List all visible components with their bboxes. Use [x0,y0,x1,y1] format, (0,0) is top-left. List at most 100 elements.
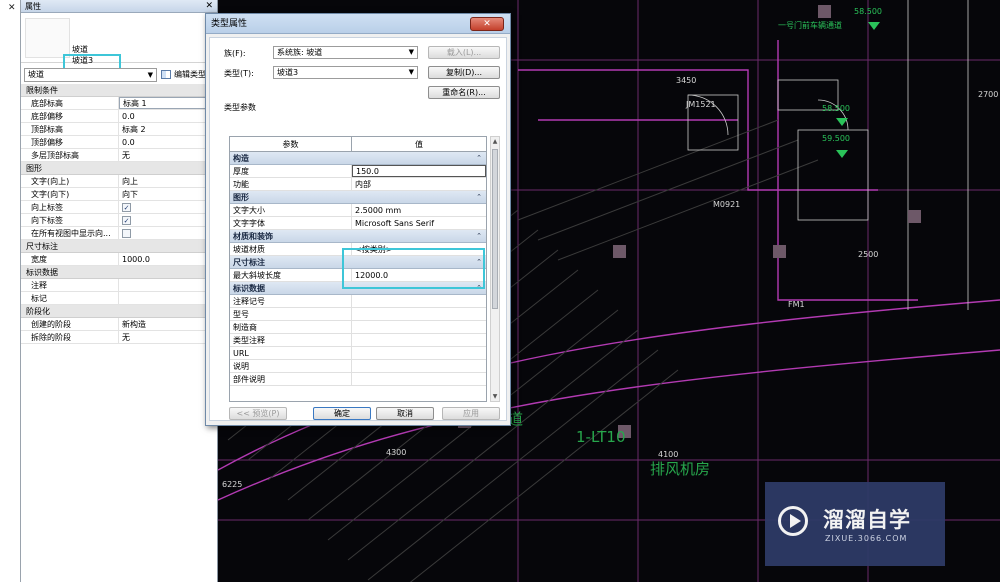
property-row[interactable]: 向下标签 ✓ [21,214,218,227]
dimension-label: 3450 [676,76,697,85]
checkbox[interactable]: ✓ [122,216,131,225]
scroll-down-icon[interactable]: ▼ [491,392,499,401]
parameter-value[interactable] [352,334,486,346]
property-value[interactable]: 向上 [119,175,218,187]
property-row[interactable]: 底部偏移 0.0 [21,110,218,123]
property-row[interactable]: 文字(向上) 向上 [21,175,218,188]
property-group-header[interactable]: 图形 [21,162,218,175]
type-selector[interactable]: 坡道 ▼ [24,68,157,82]
checkbox[interactable] [122,229,131,238]
parameter-row[interactable]: 部件说明 [230,373,486,386]
rename-button[interactable]: 重命名(R)... [428,86,500,99]
parameter-value[interactable] [352,347,486,359]
elevation-label: 59.500 [822,134,850,143]
property-row[interactable]: 注释 [21,279,218,292]
parameter-name: 文字字体 [230,217,352,229]
property-value[interactable]: ✓ [119,201,218,213]
property-value[interactable]: 0.0 [119,110,218,122]
property-value[interactable] [119,292,218,304]
parameter-value[interactable] [352,308,486,320]
door-tag: JM1521 [686,100,716,109]
cancel-button[interactable]: 取消 [376,407,434,420]
property-value[interactable]: 标高 2 [119,123,218,135]
parameter-value[interactable] [352,360,486,372]
room-label: 排风机房 [650,460,711,478]
property-value[interactable]: 1000.0 [119,253,218,265]
parameter-row[interactable]: 制造商 [230,321,486,334]
property-value[interactable] [119,227,218,239]
family-combo[interactable]: 系统族: 坡道 ▼ [273,46,418,59]
dialog-title-bar[interactable]: 类型属性 ✕ [206,14,510,34]
property-value[interactable]: 无 [119,149,218,161]
parameter-group-header[interactable]: 材质和装饰 ⌃ [230,230,486,243]
collapse-icon[interactable]: ⌃ [476,191,482,204]
property-row[interactable]: 创建的阶段 新构造 [21,318,218,331]
property-row[interactable]: 底部标高 标高 1 [21,97,218,110]
ok-button[interactable]: 确定 [313,407,371,420]
property-row[interactable]: 标记 [21,292,218,305]
property-row[interactable]: 拆除的阶段无 [21,331,218,344]
property-row[interactable]: 顶部偏移 0.0 [21,136,218,149]
parameter-value[interactable] [352,321,486,333]
parameter-row[interactable]: 文字字体 Microsoft Sans Serif [230,217,486,230]
property-row[interactable]: 多层顶部标高无 [21,149,218,162]
property-value[interactable]: ✓ [119,214,218,226]
dimension-label: 2500 [858,250,879,259]
parameter-group-header[interactable]: 构造 ⌃ [230,152,486,165]
parameter-group-header[interactable]: 图形 ⌃ [230,191,486,204]
parameter-value[interactable] [352,295,486,307]
property-row[interactable]: 宽度 1000.0 [21,253,218,266]
edit-type-button[interactable]: 编辑类型 [161,68,206,82]
property-value[interactable]: 无 [119,331,218,343]
apply-button[interactable]: 应用 [442,407,500,420]
duplicate-button[interactable]: 复制(D)... [428,66,500,79]
parameter-value[interactable] [352,373,486,385]
parameter-row[interactable]: 厚度 150.0 [230,165,486,178]
parameter-value[interactable]: 内部 [352,178,486,190]
parameter-row[interactable]: 文字大小 2.5000 mm [230,204,486,217]
property-value[interactable]: 0.0 [119,136,218,148]
family-label: 族(F): [224,49,246,58]
property-value[interactable]: 新构造 [119,318,218,330]
property-group-header[interactable]: 限制条件 [21,84,218,97]
load-button[interactable]: 载入(L)... [428,46,500,59]
parameter-name: 部件说明 [230,373,352,385]
parameter-name: 注释记号 [230,295,352,307]
parameter-value[interactable]: 2.5000 mm [352,204,486,216]
property-row[interactable]: 在所有视图中显示向... [21,227,218,240]
collapse-icon[interactable]: ⌃ [476,230,482,243]
checkbox[interactable]: ✓ [122,203,131,212]
parameter-row[interactable]: URL [230,347,486,360]
dialog-close-button[interactable]: ✕ [470,17,504,31]
property-value[interactable]: 向下 [119,188,218,200]
scroll-up-icon[interactable]: ▲ [491,137,499,146]
property-row[interactable]: 顶部标高 标高 2 [21,123,218,136]
gutter-close-icon[interactable]: ✕ [8,3,16,13]
parameter-row[interactable]: 型号 [230,308,486,321]
preview-button[interactable]: << 预览(P) [229,407,287,420]
property-row[interactable]: 向上标签 ✓ [21,201,218,214]
parameter-group-name: 构造 [233,154,249,163]
parameter-value[interactable]: 150.0 [352,165,486,177]
parameter-row[interactable]: 功能 内部 [230,178,486,191]
parameter-name: 厚度 [230,165,352,177]
parameter-value[interactable]: Microsoft Sans Serif [352,217,486,229]
property-name: 创建的阶段 [21,318,119,330]
parameter-row[interactable]: 注释记号 [230,295,486,308]
parameter-row[interactable]: 说明 [230,360,486,373]
scroll-thumb[interactable] [492,149,498,309]
property-value[interactable] [119,279,218,291]
property-row[interactable]: 文字(向下) 向下 [21,188,218,201]
property-group-header[interactable]: 标识数据 [21,266,218,279]
type-combo[interactable]: 坡道3 ▼ [273,66,418,79]
dialog-title: 类型属性 [211,19,248,29]
property-value[interactable]: 标高 1 [119,97,218,109]
grid-scrollbar[interactable]: ▲ ▼ [490,136,500,402]
family-combo-value: 系统族: 坡道 [277,48,323,57]
properties-title-bar[interactable]: 属性 ✕ [21,0,217,13]
property-group-header[interactable]: 阶段化 [21,305,218,318]
properties-close-icon[interactable]: ✕ [205,0,213,13]
property-group-header[interactable]: 尺寸标注 [21,240,218,253]
collapse-icon[interactable]: ⌃ [476,152,482,165]
parameter-row[interactable]: 类型注释 [230,334,486,347]
